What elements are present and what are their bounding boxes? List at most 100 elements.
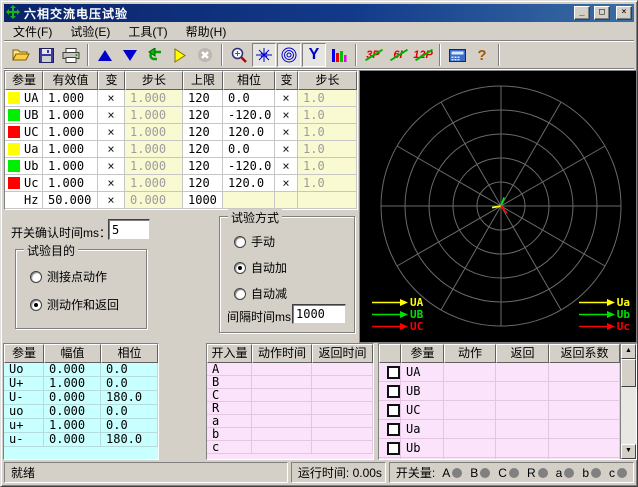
calculator-button[interactable]	[445, 43, 469, 67]
phase-value-cell[interactable]: -120.0	[223, 158, 275, 175]
step-value-cell[interactable]	[298, 192, 357, 209]
vertical-scrollbar[interactable]: ▲ ▼	[620, 344, 636, 459]
rms-value-cell[interactable]: 1.000	[43, 124, 98, 141]
phase-value-cell[interactable]: 120.0	[223, 175, 275, 192]
result-row: UB	[379, 382, 620, 401]
phase-color-swatch	[8, 126, 20, 138]
vary-flag-cell[interactable]: ×	[275, 124, 298, 141]
return-value-cell	[496, 420, 549, 439]
vary-flag-cell[interactable]: ×	[275, 175, 298, 192]
scroll-thumb[interactable]	[621, 359, 636, 387]
table-header-row: 参量 有效值 变 步长 上限 相位 变 步长	[5, 71, 357, 90]
vary-flag-cell[interactable]: ×	[98, 90, 125, 107]
lower-button[interactable]	[118, 43, 142, 67]
step-value-cell[interactable]: 1.0	[298, 107, 357, 124]
phase-color-swatch	[8, 143, 20, 155]
phase-value-cell[interactable]: -120.0	[223, 107, 275, 124]
vector-view-button[interactable]	[252, 43, 276, 67]
interval-input[interactable]	[292, 304, 346, 324]
menu-item[interactable]: 帮助(H)	[177, 21, 236, 42]
step-value-cell[interactable]: 1.000	[125, 158, 183, 175]
upper-limit-cell[interactable]: 120	[183, 90, 223, 107]
vary-flag-cell[interactable]: ×	[98, 175, 125, 192]
raise-button[interactable]	[93, 43, 117, 67]
step-value-cell[interactable]: 0.000	[125, 192, 183, 209]
scroll-up-button[interactable]: ▲	[621, 344, 636, 359]
scroll-track[interactable]	[621, 387, 636, 444]
rms-value-cell[interactable]: 50.000	[43, 192, 98, 209]
return-value-cell	[496, 439, 549, 458]
rms-value-cell[interactable]: 1.000	[43, 158, 98, 175]
vary-flag-cell[interactable]: ×	[275, 107, 298, 124]
mode-12p-button[interactable]: 12P	[411, 43, 435, 67]
step-value-cell[interactable]: 1.0	[298, 158, 357, 175]
checkbox[interactable]	[387, 366, 400, 379]
checkbox[interactable]	[387, 385, 400, 398]
phase-value-cell[interactable]: 0.0	[223, 141, 275, 158]
step-value-cell[interactable]: 1.0	[298, 175, 357, 192]
mode-6i-button[interactable]: 6I	[386, 43, 410, 67]
menu-item[interactable]: 工具(T)	[119, 21, 176, 42]
step-value-cell[interactable]: 1.0	[298, 90, 357, 107]
wye-view-button[interactable]: Y	[302, 43, 326, 67]
open-button[interactable]	[9, 43, 33, 67]
upper-limit-cell[interactable]: 1000	[183, 192, 223, 209]
upper-limit-cell[interactable]: 120	[183, 124, 223, 141]
help-button[interactable]: ?	[470, 43, 494, 67]
mode-radio-option[interactable]: 手动	[234, 233, 287, 250]
scroll-down-button[interactable]: ▼	[621, 444, 636, 459]
save-button[interactable]	[34, 43, 58, 67]
purpose-radio-option[interactable]: 测接点动作	[30, 268, 119, 285]
mode-radio-option[interactable]: 自动减	[234, 285, 287, 302]
start-button[interactable]	[168, 43, 192, 67]
return-value-cell	[496, 363, 549, 382]
zoom-button[interactable]	[227, 43, 251, 67]
vary-flag-cell[interactable]: ×	[98, 141, 125, 158]
checkbox[interactable]	[387, 404, 400, 417]
rms-value-cell[interactable]: 1.000	[43, 175, 98, 192]
menu-item[interactable]: 文件(F)	[4, 21, 61, 42]
step-value-cell[interactable]: 1.0	[298, 124, 357, 141]
checkbox[interactable]	[387, 423, 400, 436]
reset-button[interactable]	[143, 43, 167, 67]
rms-value-cell[interactable]: 1.000	[43, 141, 98, 158]
minimize-button[interactable]: _	[574, 6, 590, 20]
upper-limit-cell[interactable]: 120	[183, 175, 223, 192]
step-value-cell[interactable]: 1.000	[125, 124, 183, 141]
parameter-row: UB 1.000 × 1.000 120 -120.0 × 1.0	[5, 107, 357, 124]
vary-flag-cell[interactable]: ×	[98, 124, 125, 141]
impedance-view-button[interactable]	[277, 43, 301, 67]
mode-radio-option[interactable]: 自动加	[234, 259, 287, 276]
rms-value-cell[interactable]: 1.000	[43, 90, 98, 107]
maximize-button[interactable]: □	[594, 6, 610, 20]
purpose-radio-option[interactable]: 测动作和返回	[30, 296, 119, 313]
phase-value-cell[interactable]: 120.0	[223, 124, 275, 141]
rms-value-cell[interactable]: 1.000	[43, 107, 98, 124]
vary-flag-cell[interactable]: ×	[275, 90, 298, 107]
mode-3p-button[interactable]: 3P	[361, 43, 385, 67]
print-button[interactable]	[59, 43, 83, 67]
upper-limit-cell[interactable]: 120	[183, 158, 223, 175]
menu-item[interactable]: 试验(E)	[61, 21, 119, 42]
upper-limit-cell[interactable]: 120	[183, 141, 223, 158]
vary-flag-cell[interactable]: ×	[275, 141, 298, 158]
input-name-cell: c	[207, 441, 252, 454]
close-button[interactable]: ×	[616, 6, 632, 20]
action-time-cell	[252, 363, 312, 376]
step-value-cell[interactable]: 1.0	[298, 141, 357, 158]
upper-limit-cell[interactable]: 120	[183, 107, 223, 124]
step-value-cell[interactable]: 1.000	[125, 90, 183, 107]
confirm-time-input[interactable]	[108, 219, 150, 240]
vary-flag-cell[interactable]: ×	[275, 158, 298, 175]
vary-flag-cell[interactable]	[275, 192, 298, 209]
harmonic-bars-button[interactable]	[327, 43, 351, 67]
phase-value-cell[interactable]: 0.0	[223, 90, 275, 107]
vary-flag-cell[interactable]: ×	[98, 158, 125, 175]
step-value-cell[interactable]: 1.000	[125, 175, 183, 192]
checkbox[interactable]	[387, 442, 400, 455]
step-value-cell[interactable]: 1.000	[125, 141, 183, 158]
vary-flag-cell[interactable]: ×	[98, 192, 125, 209]
phase-value-cell[interactable]	[223, 192, 275, 209]
vary-flag-cell[interactable]: ×	[98, 107, 125, 124]
step-value-cell[interactable]: 1.000	[125, 107, 183, 124]
